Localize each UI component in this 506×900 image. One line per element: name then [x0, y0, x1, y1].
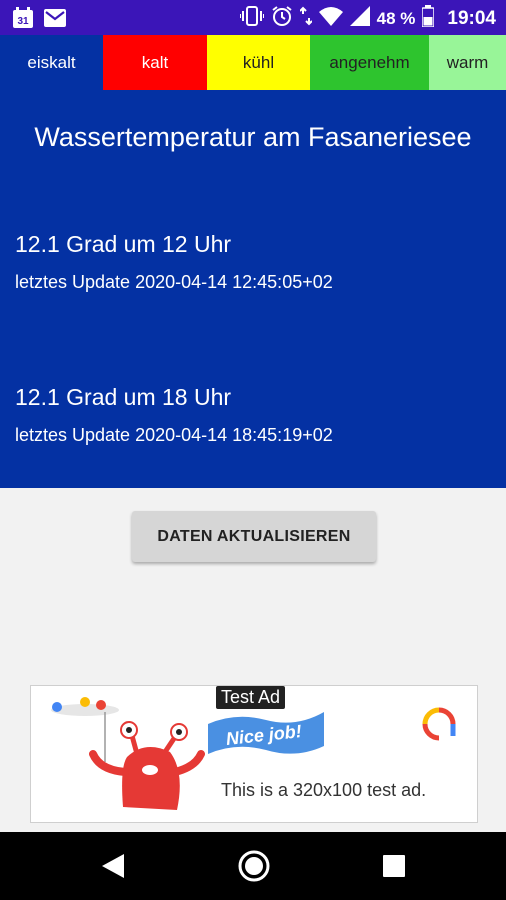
tab-angenehm[interactable]: angenehm [310, 35, 429, 90]
signal-icon [349, 6, 370, 31]
alarm-icon [271, 5, 293, 32]
tab-eiskalt[interactable]: eiskalt [0, 35, 103, 90]
reading-noon-value: 12.1 Grad um 12 Uhr [15, 231, 232, 257]
reading-noon-update: letztes Update 2020-04-14 12:45:05+02 [15, 272, 333, 292]
temperature-category-tabs: eiskalt kalt kühl angenehm warm [0, 35, 506, 90]
google-ads-logo-icon [422, 707, 456, 741]
clock: 19:04 [447, 7, 496, 29]
tab-kuehl[interactable]: kühl [207, 35, 310, 90]
refresh-data-button[interactable]: DATEN AKTUALISIEREN [132, 511, 376, 562]
vibrate-icon [238, 5, 265, 32]
recent-apps-icon[interactable] [383, 855, 405, 877]
reading-evening-value: 12.1 Grad um 18 Uhr [15, 384, 232, 410]
nice-job-banner: Nice job! [208, 712, 324, 754]
page-title: Wassertemperatur am Fasaneriesee [34, 122, 472, 152]
calendar-icon: 31 [12, 7, 34, 34]
reading-evening-update: letztes Update 2020-04-14 18:45:19+02 [15, 425, 333, 445]
navigation-bar [0, 832, 506, 900]
calendar-day: 31 [17, 16, 29, 27]
wifi-icon [318, 6, 343, 31]
tab-warm[interactable]: warm [429, 35, 506, 90]
battery-icon [421, 5, 436, 32]
status-bar: 31 48 % 19:04 [0, 0, 506, 35]
mail-icon [44, 9, 66, 32]
test-ad-banner[interactable]: Nice job! Test Ad This is a 320x100 test… [30, 685, 478, 823]
tab-kalt[interactable]: kalt [103, 35, 207, 90]
home-icon[interactable] [237, 849, 271, 883]
battery-percent: 48 % [376, 8, 416, 28]
test-ad-label: Test Ad [216, 686, 286, 709]
temperature-panel: Wassertemperatur am Fasaneriesee 12.1 Gr… [0, 90, 506, 488]
bluetooth-data-icon [298, 5, 313, 32]
back-icon[interactable] [100, 852, 126, 880]
ad-text: This is a 320x100 test ad. [221, 780, 427, 800]
monster-illustration [51, 697, 205, 810]
